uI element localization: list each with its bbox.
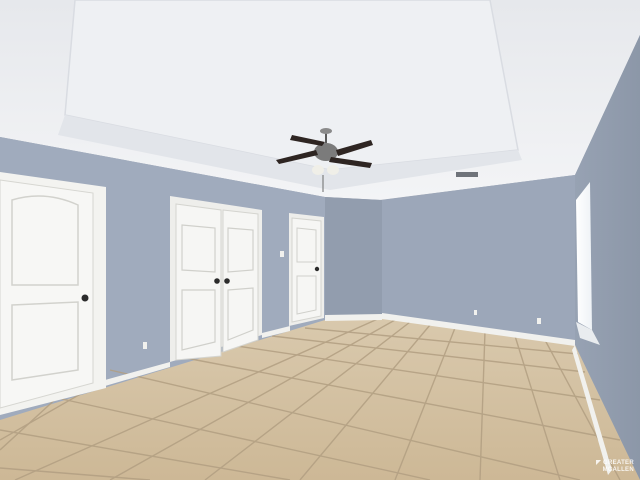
bedroom-door[interactable] [0, 172, 106, 415]
closet-knob-right-icon[interactable] [224, 278, 230, 284]
door-knob-icon[interactable] [81, 294, 89, 302]
bathroom-door[interactable] [289, 213, 324, 326]
back-wall-corner [325, 197, 382, 320]
room-illustration [0, 0, 640, 480]
bathroom-knob-icon[interactable] [314, 266, 320, 272]
closet-knob-left-icon[interactable] [214, 278, 220, 284]
wall-outlet [143, 342, 147, 349]
watermark-text: GREATER MCALLEN [602, 460, 634, 473]
wall-outlet [474, 310, 477, 315]
realtor-logo-icon: ◤ [596, 460, 603, 466]
light-switch[interactable] [280, 251, 284, 257]
air-vent [456, 172, 478, 177]
closet-double-doors[interactable] [170, 196, 262, 362]
wall-outlet [537, 318, 541, 324]
room-photo: ◤ GREATER MCALLEN [0, 0, 640, 480]
realtor-watermark: ◤ GREATER MCALLEN [574, 460, 634, 476]
